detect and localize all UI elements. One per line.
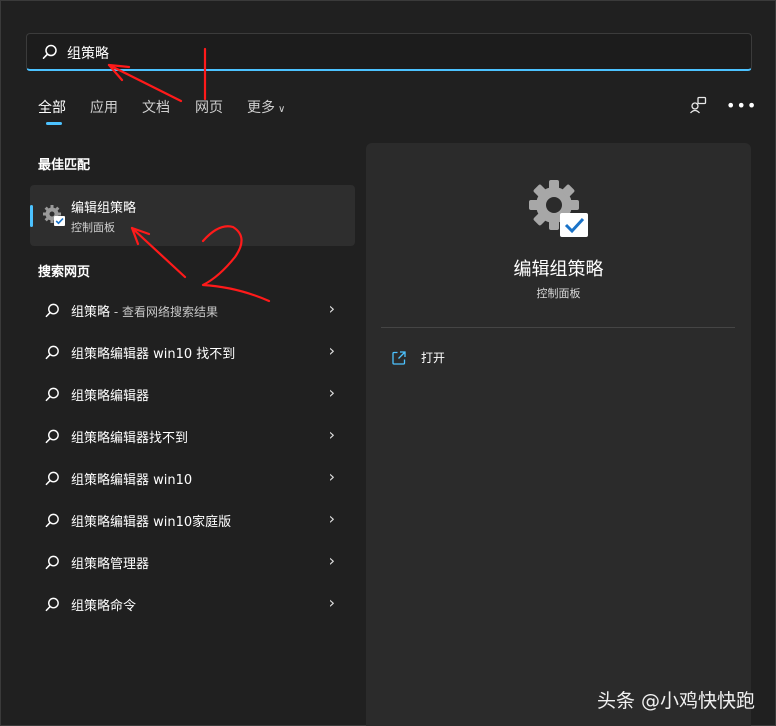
search-icon <box>45 387 59 402</box>
web-search-heading: 搜索网页 <box>38 265 91 280</box>
best-match-category: 控制面板 <box>71 221 115 234</box>
search-icon <box>45 303 59 318</box>
search-icon <box>45 597 59 612</box>
web-result-item[interactable]: 组策略 - 查看网络搜索结果 › <box>30 290 355 330</box>
chevron-down-icon: ∨ <box>278 104 286 115</box>
search-icon <box>45 429 59 444</box>
group-policy-icon <box>529 180 588 237</box>
tab-web[interactable]: 网页 <box>195 97 223 117</box>
account-switch-icon[interactable] <box>689 96 707 114</box>
web-result-text: 组策略编辑器 win10家庭版 <box>71 515 232 530</box>
web-result-text: 组策略编辑器 win10 找不到 <box>71 347 236 362</box>
web-result-suffix: - 查看网络搜索结果 <box>110 305 218 319</box>
selection-indicator <box>30 205 33 227</box>
chevron-right-icon[interactable]: › <box>329 383 335 402</box>
web-result-item[interactable]: 组策略编辑器 win10 找不到 › <box>30 332 355 372</box>
best-match-name: 编辑组策略 <box>71 201 137 216</box>
web-result-item[interactable]: 组策略编辑器 win10 › <box>30 458 355 498</box>
web-result-text: 组策略命令 <box>71 599 137 614</box>
watermark: 头条 @小鸡快快跑 <box>597 690 756 712</box>
tab-more[interactable]: 更多 ∨ <box>247 97 285 117</box>
divider <box>381 327 735 328</box>
active-tab-indicator <box>46 122 62 125</box>
chevron-right-icon[interactable]: › <box>329 551 335 570</box>
open-button[interactable]: 打开 <box>391 347 591 371</box>
open-label: 打开 <box>421 351 446 365</box>
chevron-right-icon[interactable]: › <box>329 593 335 612</box>
tab-more-label: 更多 <box>247 100 275 116</box>
open-external-icon <box>392 351 406 365</box>
detail-panel: 编辑组策略 控制面板 打开 <box>366 143 751 726</box>
tab-documents[interactable]: 文档 <box>142 97 170 117</box>
web-result-text: 组策略编辑器 <box>71 389 150 404</box>
web-result-text: 组策略 <box>71 305 111 320</box>
web-result-text: 组策略编辑器 win10 <box>71 473 193 488</box>
web-result-item[interactable]: 组策略管理器 › <box>30 542 355 582</box>
web-result-text: 组策略编辑器找不到 <box>71 431 189 446</box>
search-query[interactable]: 组策略 <box>67 43 109 63</box>
search-icon <box>45 555 59 570</box>
detail-subtitle: 控制面板 <box>536 287 581 300</box>
chevron-right-icon[interactable]: › <box>329 425 335 444</box>
chevron-right-icon[interactable]: › <box>329 299 335 318</box>
detail-title: 编辑组策略 <box>513 259 604 280</box>
web-result-text: 组策略管理器 <box>71 557 150 572</box>
web-result-item[interactable]: 组策略编辑器 win10家庭版 › <box>30 500 355 540</box>
chevron-right-icon[interactable]: › <box>329 467 335 486</box>
search-icon <box>45 345 59 360</box>
best-match-item[interactable]: 编辑组策略 控制面板 <box>30 185 355 246</box>
search-input[interactable]: 组策略 <box>26 33 752 71</box>
start-search-window: 组策略 全部 应用 文档 网页 更多 ∨ ••• 最佳匹配 编辑组策略 控制面板… <box>0 0 776 726</box>
web-result-item[interactable]: 组策略命令 › <box>30 584 355 624</box>
tab-all[interactable]: 全部 <box>38 97 66 117</box>
web-result-item[interactable]: 组策略编辑器找不到 › <box>30 416 355 456</box>
best-match-heading: 最佳匹配 <box>38 158 91 173</box>
web-result-item[interactable]: 组策略编辑器 › <box>30 374 355 414</box>
chevron-right-icon[interactable]: › <box>329 341 335 360</box>
search-icon <box>42 44 57 59</box>
chevron-right-icon[interactable]: › <box>329 509 335 528</box>
search-icon <box>45 471 59 486</box>
tab-apps[interactable]: 应用 <box>90 97 118 117</box>
more-options-icon[interactable]: ••• <box>726 96 757 115</box>
group-policy-icon <box>43 205 65 226</box>
search-icon <box>45 513 59 528</box>
web-result-label: 组策略 - 查看网络搜索结果 <box>71 301 218 320</box>
